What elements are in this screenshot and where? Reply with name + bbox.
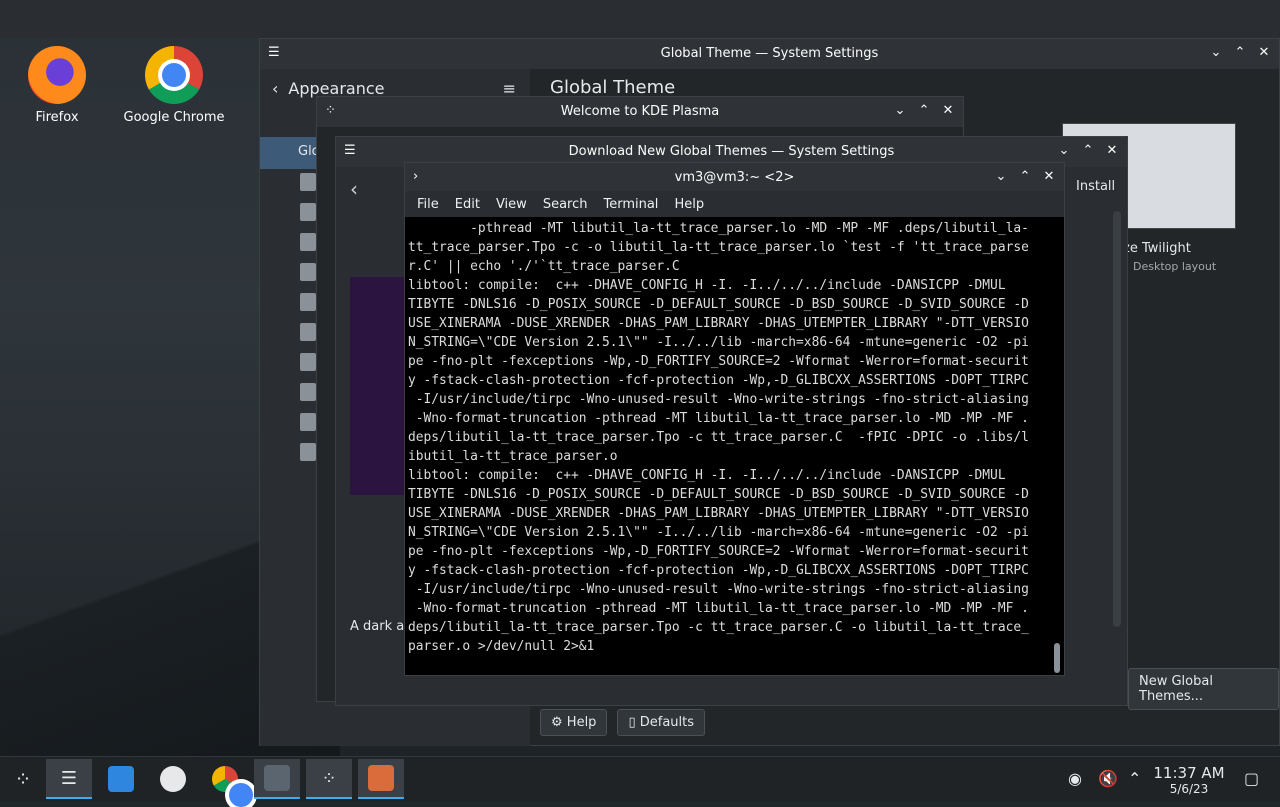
theme-description: A dark ar xyxy=(350,619,410,634)
desktop-icon-label: Google Chrome xyxy=(123,110,225,125)
sidebar-item-icon[interactable] xyxy=(300,443,316,461)
desktop-icon-chrome[interactable]: Google Chrome xyxy=(119,46,229,125)
close-button[interactable]: ✕ xyxy=(1105,142,1119,160)
minimize-button[interactable]: ⌄ xyxy=(1057,142,1071,160)
menu-search[interactable]: Search xyxy=(535,197,596,212)
network-icon[interactable]: ◉ xyxy=(1068,769,1082,788)
sidebar-icon-list xyxy=(300,173,316,461)
maximize-button[interactable]: ⌃ xyxy=(917,102,931,120)
close-button[interactable]: ✕ xyxy=(1042,168,1056,186)
theme-preview-image xyxy=(350,277,404,495)
terminal-output[interactable]: -pthread -MT libutil_la-tt_trace_parser.… xyxy=(408,219,1050,669)
plasma-icon: ⁘ xyxy=(321,767,337,789)
minimize-button[interactable]: ⌄ xyxy=(994,168,1008,186)
window-title: Global Theme — System Settings xyxy=(660,46,879,61)
window-titlebar[interactable]: ☰ Global Theme — System Settings ⌄ ⌃ ✕ xyxy=(260,39,1279,69)
task-system-settings[interactable]: ☰ xyxy=(46,759,92,799)
task-terminal[interactable] xyxy=(254,759,300,799)
sidebar-item-global-theme[interactable]: Glo xyxy=(260,137,320,169)
window-title: vm3@vm3:~ <2> xyxy=(674,170,795,185)
tray-expand-icon[interactable]: ⌃ xyxy=(1128,769,1141,788)
help-icon: ⚙ xyxy=(551,715,567,730)
nav-back-icon[interactable]: ‹ xyxy=(350,177,358,201)
theme-subtitle: Desktop layout xyxy=(1133,260,1217,273)
terminal-scrollbar[interactable] xyxy=(1054,643,1060,673)
minimize-button[interactable]: ⌄ xyxy=(1209,44,1223,62)
sidebar-item-icon[interactable] xyxy=(300,263,316,281)
close-button[interactable]: ✕ xyxy=(941,102,955,120)
sidebar-item-icon[interactable] xyxy=(300,323,316,341)
sidebar-item-icon[interactable] xyxy=(300,353,316,371)
menu-bar: File Edit View Search Terminal Help xyxy=(405,191,1064,217)
install-button[interactable]: Install xyxy=(1076,179,1115,194)
maximize-button[interactable]: ⌃ xyxy=(1018,168,1032,186)
maximize-button[interactable]: ⌃ xyxy=(1233,44,1247,62)
sidebar-item-icon[interactable] xyxy=(300,293,316,311)
sidebar-item-icon[interactable] xyxy=(300,233,316,251)
chrome-icon xyxy=(145,46,203,104)
help-label: Help xyxy=(566,715,597,730)
defaults-label: Defaults xyxy=(639,715,695,730)
show-desktop-icon[interactable]: ▢ xyxy=(1244,769,1259,788)
taskbar: ⁘ ☰ ⁘ ◉ 🔇 ⌃ 11:37 AM 5/6/23 ▢ xyxy=(0,756,1280,807)
back-label[interactable]: Appearance xyxy=(288,79,384,98)
defaults-button[interactable]: ▯ Defaults xyxy=(617,709,706,736)
minimize-button[interactable]: ⌄ xyxy=(893,102,907,120)
clock-date: 5/6/23 xyxy=(1169,782,1209,796)
sidebar-item-icon[interactable] xyxy=(300,203,316,221)
defaults-icon: ▯ xyxy=(628,715,640,730)
clock-time: 11:37 AM xyxy=(1153,764,1225,782)
terminal-icon xyxy=(264,765,290,791)
top-strip xyxy=(0,0,1280,38)
window-titlebar[interactable]: ⁘ Welcome to KDE Plasma ⌄ ⌃ ✕ xyxy=(317,97,963,127)
task-discover[interactable] xyxy=(98,759,144,799)
menu-edit[interactable]: Edit xyxy=(447,197,488,212)
get-new-themes-button[interactable]: New Global Themes... xyxy=(1128,668,1279,710)
help-button[interactable]: ⚙ Help xyxy=(540,709,608,736)
clock[interactable]: 11:37 AM 5/6/23 xyxy=(1146,764,1232,796)
menu-view[interactable]: View xyxy=(488,197,535,212)
file-manager-icon xyxy=(160,766,186,792)
themes-icon xyxy=(368,765,394,791)
desktop-icon-label: Firefox xyxy=(35,110,79,125)
terminal-window: › vm3@vm3:~ <2> ⌄ ⌃ ✕ File Edit View Sea… xyxy=(404,162,1065,676)
menu-help[interactable]: Help xyxy=(666,197,712,212)
maximize-button[interactable]: ⌃ xyxy=(1081,142,1095,160)
theme-name: ze Twilight xyxy=(1123,241,1191,256)
close-button[interactable]: ✕ xyxy=(1257,44,1271,62)
back-arrow-icon[interactable]: ‹ xyxy=(272,79,278,98)
scrollbar[interactable] xyxy=(1113,211,1121,627)
volume-muted-icon[interactable]: 🔇 xyxy=(1098,769,1118,788)
desktop-icon-firefox[interactable]: Firefox xyxy=(2,46,112,125)
chrome-icon xyxy=(212,766,253,807)
task-chrome[interactable] xyxy=(202,759,253,807)
launcher-icon: ⁘ xyxy=(14,767,32,791)
firefox-icon xyxy=(28,46,86,104)
menu-terminal[interactable]: Terminal xyxy=(595,197,666,212)
window-titlebar[interactable]: › vm3@vm3:~ <2> ⌄ ⌃ ✕ xyxy=(405,163,1064,191)
sidebar-item-icon[interactable] xyxy=(300,173,316,191)
sidebar-item-icon[interactable] xyxy=(300,383,316,401)
store-icon xyxy=(108,766,134,792)
window-title: Welcome to KDE Plasma xyxy=(560,104,720,119)
page-title: Global Theme xyxy=(550,77,676,98)
hamburger-menu-icon[interactable]: ≡ xyxy=(503,79,516,98)
app-launcher-button[interactable]: ⁘ xyxy=(0,759,46,799)
settings-icon: ☰ xyxy=(60,767,78,789)
task-files[interactable] xyxy=(150,759,196,799)
task-download-themes[interactable] xyxy=(358,759,404,799)
window-title: Download New Global Themes — System Sett… xyxy=(568,144,895,159)
task-welcome[interactable]: ⁘ xyxy=(306,759,352,799)
menu-file[interactable]: File xyxy=(409,197,447,212)
sidebar-item-icon[interactable] xyxy=(300,413,316,431)
